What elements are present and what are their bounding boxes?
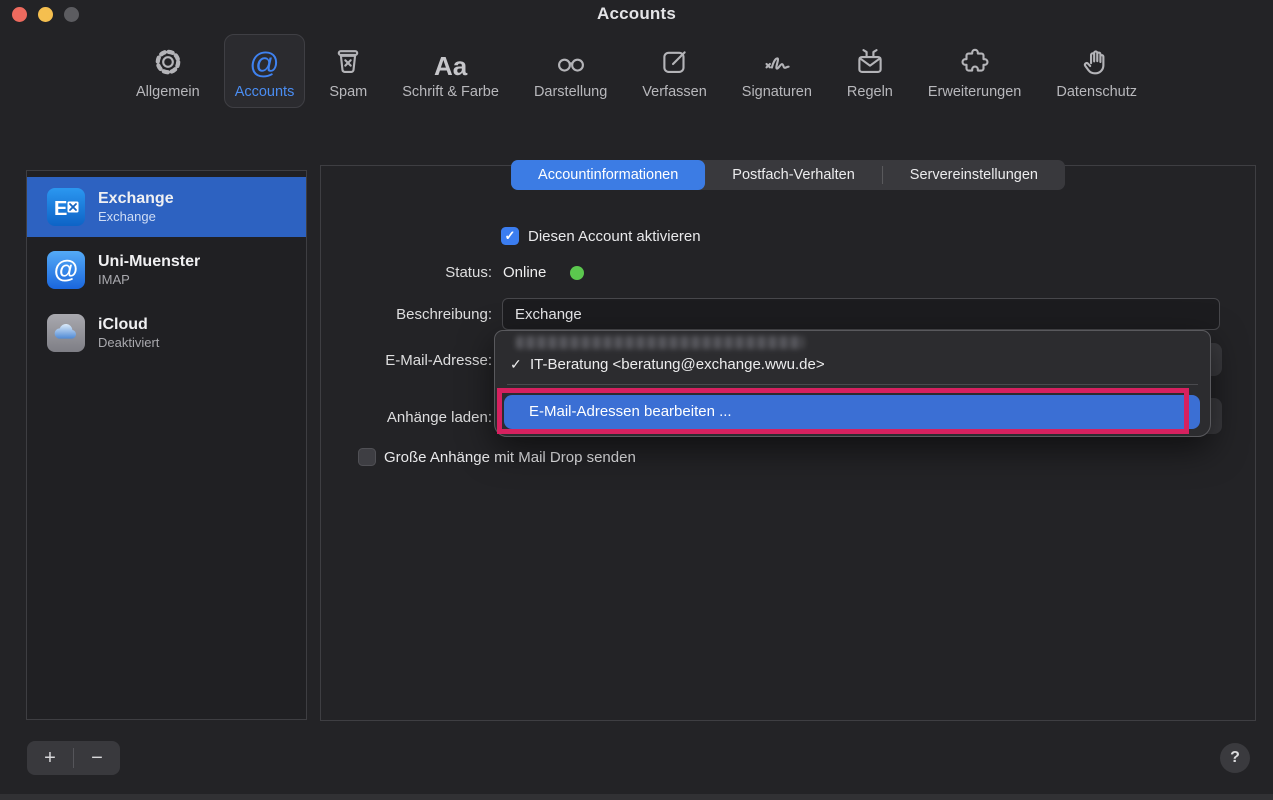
description-label: Beschreibung: bbox=[262, 306, 492, 323]
sidebar-item-exchange[interactable]: E Exchange Exchange bbox=[27, 177, 306, 237]
toolbar-item-label: Datenschutz bbox=[1056, 84, 1137, 100]
toolbar-item-verfassen[interactable]: Verfassen bbox=[631, 34, 718, 108]
toolbar-item-label: Signaturen bbox=[742, 84, 812, 100]
toolbar-item-label: Allgemein bbox=[136, 84, 200, 100]
toolbar-item-accounts[interactable]: @ Accounts bbox=[224, 34, 306, 108]
status-label: Status: bbox=[262, 264, 492, 281]
menu-item-label: IT-Beratung <beratung@exchange.wwu.de> bbox=[530, 356, 825, 373]
window-title: Accounts bbox=[0, 4, 1273, 24]
toolbar-item-regeln[interactable]: Regeln bbox=[836, 34, 904, 108]
icloud-icon bbox=[47, 314, 85, 352]
toolbar-item-erweiterungen[interactable]: Erweiterungen bbox=[917, 34, 1033, 108]
add-account-button[interactable]: + bbox=[27, 741, 73, 775]
menu-item-edit-email-addresses[interactable]: E-Mail-Adressen bearbeiten ... bbox=[504, 395, 1200, 429]
online-status-indicator bbox=[570, 266, 584, 280]
glasses-icon bbox=[553, 41, 589, 79]
toolbar-item-label: Spam bbox=[329, 84, 367, 100]
account-name: iCloud bbox=[98, 315, 159, 335]
redacted-menu-item[interactable] bbox=[516, 336, 804, 349]
remove-account-button[interactable]: − bbox=[74, 741, 120, 775]
signature-icon bbox=[758, 41, 796, 79]
window-bottom-edge bbox=[0, 794, 1273, 800]
toolbar-item-datenschutz[interactable]: Datenschutz bbox=[1045, 34, 1148, 108]
toolbar-item-label: Verfassen bbox=[642, 84, 707, 100]
email-address-menu: ✓ IT-Beratung <beratung@exchange.wwu.de>… bbox=[494, 330, 1211, 437]
email-address-label: E-Mail-Adresse: bbox=[262, 352, 492, 369]
account-type: IMAP bbox=[98, 272, 200, 288]
tab-postfach-verhalten[interactable]: Postfach-Verhalten bbox=[705, 160, 882, 190]
gear-icon bbox=[151, 41, 185, 79]
fonts-icon: Aa bbox=[434, 41, 467, 79]
toolbar-item-label: Schrift & Farbe bbox=[402, 84, 499, 100]
menu-item-it-beratung[interactable]: ✓ IT-Beratung <beratung@exchange.wwu.de> bbox=[504, 352, 1201, 376]
preferences-toolbar: Allgemein @ Accounts Spam Aa Schrift & F… bbox=[0, 34, 1273, 108]
toolbar-item-signaturen[interactable]: Signaturen bbox=[731, 34, 823, 108]
rules-envelope-icon bbox=[853, 41, 887, 79]
hand-icon bbox=[1080, 41, 1114, 79]
toolbar-item-allgemein[interactable]: Allgemein bbox=[125, 34, 211, 108]
toolbar-item-label: Accounts bbox=[235, 84, 295, 100]
check-icon: ✓ bbox=[505, 228, 516, 244]
help-button[interactable]: ? bbox=[1220, 743, 1250, 773]
toolbar-item-label: Erweiterungen bbox=[928, 84, 1022, 100]
at-badge-icon: @ bbox=[47, 251, 85, 289]
mail-preferences-window: Accounts Allgemein @ Accounts Spam Aa Sc… bbox=[0, 0, 1273, 800]
account-add-remove-group: + − bbox=[27, 741, 120, 775]
svg-text:E: E bbox=[54, 198, 67, 220]
menu-separator bbox=[507, 384, 1198, 385]
check-icon: ✓ bbox=[504, 356, 530, 373]
compose-icon bbox=[658, 41, 692, 79]
account-type: Exchange bbox=[98, 209, 174, 225]
toolbar-item-schrift-farbe[interactable]: Aa Schrift & Farbe bbox=[391, 34, 510, 108]
account-detail-panel bbox=[320, 165, 1256, 721]
spam-bin-icon bbox=[331, 41, 365, 79]
tab-servereinstellungen[interactable]: Servereinstellungen bbox=[883, 160, 1065, 190]
toolbar-item-spam[interactable]: Spam bbox=[318, 34, 378, 108]
account-name: Exchange bbox=[98, 189, 174, 209]
load-attachments-label: Anhänge laden: bbox=[262, 409, 492, 426]
at-icon: @ bbox=[249, 41, 279, 79]
status-value: Online bbox=[503, 264, 546, 281]
toolbar-item-label: Regeln bbox=[847, 84, 893, 100]
enable-account-checkbox[interactable]: ✓ bbox=[501, 227, 519, 245]
account-tabs: Accountinformationen Postfach-Verhalten … bbox=[511, 160, 1065, 190]
toolbar-item-label: Darstellung bbox=[534, 84, 607, 100]
titlebar: Accounts bbox=[0, 0, 1273, 28]
enable-account-label: Diesen Account aktivieren bbox=[528, 228, 701, 245]
tab-accountinformationen[interactable]: Accountinformationen bbox=[511, 160, 705, 190]
account-type: Deaktiviert bbox=[98, 335, 159, 351]
accounts-sidebar: E Exchange Exchange @ Uni-Muenster IMAP … bbox=[26, 170, 307, 720]
mail-drop-label: Große Anhänge mit Mail Drop senden bbox=[384, 449, 636, 466]
toolbar-item-darstellung[interactable]: Darstellung bbox=[523, 34, 618, 108]
exchange-icon: E bbox=[47, 188, 85, 226]
puzzle-icon bbox=[958, 41, 992, 79]
account-name: Uni-Muenster bbox=[98, 252, 200, 272]
description-input[interactable] bbox=[502, 298, 1220, 330]
mail-drop-checkbox[interactable] bbox=[358, 448, 376, 466]
